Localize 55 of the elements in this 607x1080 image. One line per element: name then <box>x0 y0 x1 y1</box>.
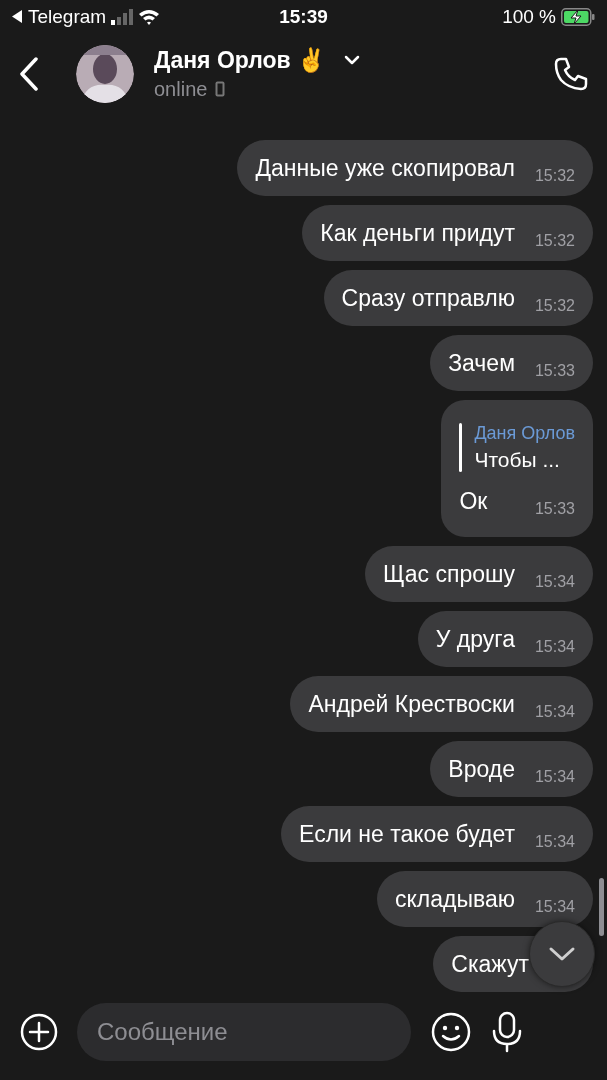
message-time: 15:34 <box>534 833 575 852</box>
quote-bar <box>459 423 463 473</box>
contact-status: online <box>154 77 208 101</box>
back-arrow-icon[interactable] <box>12 10 23 24</box>
signal-icon <box>111 8 134 25</box>
status-time: 15:39 <box>279 5 328 28</box>
microphone-icon[interactable] <box>491 1011 523 1054</box>
message-bubble[interactable]: У друга 15:34 <box>417 611 593 668</box>
message-time: 15:32 <box>534 297 575 316</box>
emoji-icon[interactable] <box>431 1012 471 1053</box>
message-text: Вроде <box>448 755 515 783</box>
back-chevron-icon[interactable] <box>20 56 38 91</box>
message-time: 15:34 <box>534 898 575 917</box>
message-time: 15:34 <box>534 573 575 592</box>
message-time: 15:33 <box>534 362 575 381</box>
phone-device-icon <box>215 81 226 98</box>
message-time: 15:32 <box>534 232 575 251</box>
message-text: Если не такое будет <box>299 820 515 848</box>
chevron-down-icon <box>548 946 576 963</box>
message-bubble[interactable]: Андрей Крествоски 15:34 <box>290 676 593 733</box>
message-time: 15:34 <box>534 703 575 722</box>
message-input[interactable]: Сообщение <box>77 1003 411 1062</box>
message-text: У друга <box>435 625 515 653</box>
chevron-down-icon[interactable] <box>344 55 361 66</box>
message-bubble[interactable]: складываю 15:34 <box>376 871 593 928</box>
message-text: Как деньги придут <box>320 219 515 247</box>
message-time: 15:34 <box>534 638 575 657</box>
wifi-icon <box>138 8 161 25</box>
message-text: Сразу отправлю <box>341 284 515 312</box>
message-text: складываю <box>394 885 515 913</box>
message-bubble[interactable]: Если не такое будет 15:34 <box>281 806 593 863</box>
message-time: 15:34 <box>534 768 575 787</box>
message-text: Скажут <box>451 950 529 978</box>
reply-text: Чтобы ... <box>474 448 561 473</box>
message-bubble[interactable]: Даня Орлов Чтобы ... Ок 15:33 <box>441 400 593 538</box>
message-bubble[interactable]: Зачем 15:33 <box>430 335 593 392</box>
attach-plus-icon[interactable] <box>20 1013 58 1052</box>
message-bubble[interactable]: Сразу отправлю 15:32 <box>323 270 593 327</box>
reply-author: Даня Орлов <box>474 423 575 445</box>
scrollbar <box>599 878 604 937</box>
message-time: 15:33 <box>534 500 575 519</box>
message-time: 15:32 <box>534 167 575 186</box>
message-text: Данные уже скопировал <box>255 154 515 182</box>
battery-percent: 100 % <box>502 5 556 28</box>
message-text: Щас спрошу <box>382 560 515 588</box>
message-bubble[interactable]: Вроде 15:34 <box>430 741 593 798</box>
message-text: Зачем <box>448 349 515 377</box>
message-text: Ок <box>459 487 488 515</box>
back-app-label[interactable]: Telegram <box>28 5 107 28</box>
phone-call-icon[interactable] <box>553 55 589 92</box>
message-bubble[interactable]: Данные уже скопировал 15:32 <box>237 140 593 197</box>
message-text: Андрей Крествоски <box>308 690 515 718</box>
message-bubble[interactable]: Как деньги придут 15:32 <box>302 205 593 262</box>
contact-name[interactable]: Даня Орлов ✌ <box>154 46 327 74</box>
message-bubble[interactable]: Щас спрошу 15:34 <box>364 546 593 603</box>
